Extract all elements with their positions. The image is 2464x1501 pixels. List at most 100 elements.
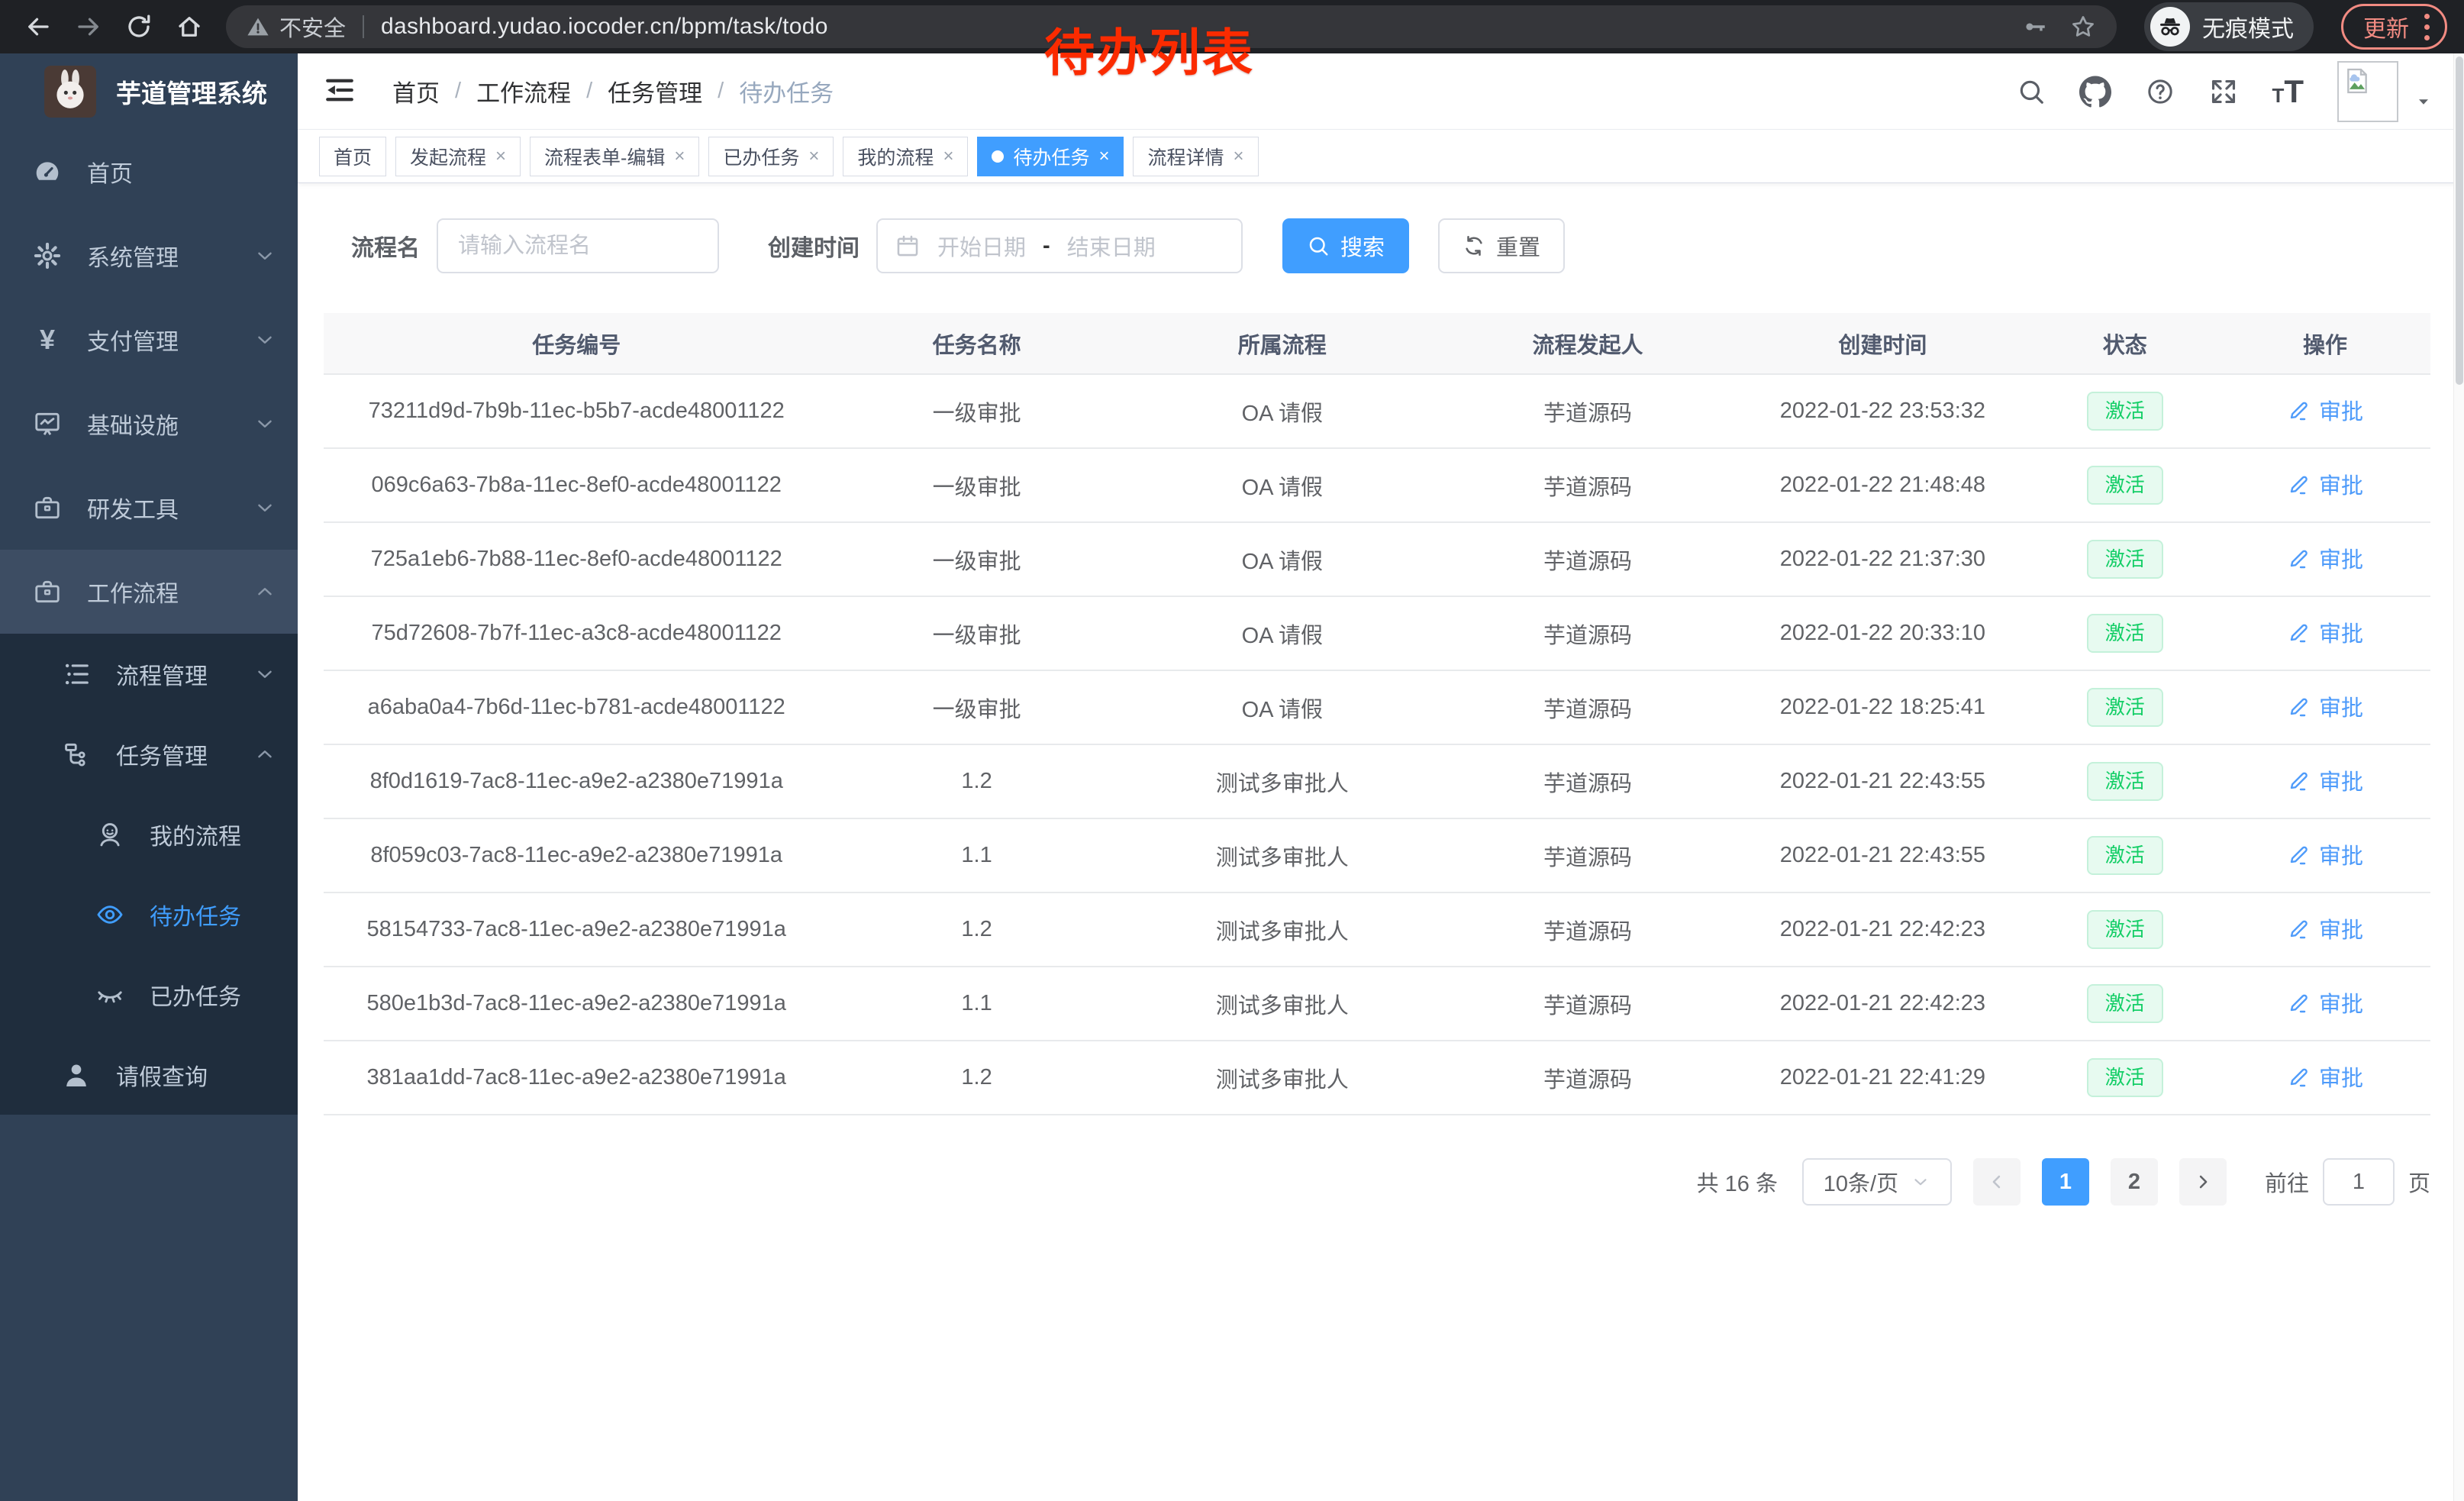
goto-page-input[interactable] xyxy=(2323,1158,2395,1206)
tab-start-process[interactable]: 发起流程 × xyxy=(395,137,521,176)
approve-link[interactable]: 审批 xyxy=(2287,1060,2363,1093)
start-date-placeholder[interactable]: 开始日期 xyxy=(937,230,1026,262)
end-date-placeholder[interactable]: 结束日期 xyxy=(1067,230,1156,262)
url-divider xyxy=(363,15,364,38)
process-name-input[interactable] xyxy=(437,218,719,273)
tab-close-icon[interactable]: × xyxy=(495,147,506,166)
cell-starter: 芋道源码 xyxy=(1440,522,1735,596)
breadcrumb-item[interactable]: 工作流程 xyxy=(476,74,571,108)
sidebar-item-label: 流程管理 xyxy=(116,657,208,691)
browser-update-button[interactable]: 更新 xyxy=(2341,4,2447,50)
sidebar-item-todo-tasks[interactable]: 待办任务 xyxy=(0,874,298,954)
header-search-icon[interactable] xyxy=(2017,77,2046,106)
sidebar-item-devtools[interactable]: 研发工具 xyxy=(0,466,298,550)
cell-process: 测试多审批人 xyxy=(1124,818,1440,893)
page-size-select[interactable]: 10条/页 xyxy=(1802,1158,1952,1206)
approve-link[interactable]: 审批 xyxy=(2287,468,2363,500)
approve-link[interactable]: 审批 xyxy=(2287,986,2363,1018)
app-frame: 芋道管理系统 首页 系统管理 ¥ 支付管理 基础设施 研发工具 工作 xyxy=(0,53,2464,1501)
tab-todo-tasks[interactable]: 待办任务 × xyxy=(977,137,1124,176)
tab-close-icon[interactable]: × xyxy=(674,147,685,166)
date-range-picker[interactable]: 开始日期 - 结束日期 xyxy=(876,218,1243,273)
sidebar-item-label: 支付管理 xyxy=(87,323,179,357)
browser-forward-button[interactable] xyxy=(67,5,110,48)
sidebar-item-home[interactable]: 首页 xyxy=(0,130,298,214)
font-size-icon[interactable]: TT xyxy=(2272,76,2304,108)
github-icon[interactable] xyxy=(2079,76,2111,108)
pagination-page-2[interactable]: 2 xyxy=(2111,1158,2158,1206)
tab-done-tasks[interactable]: 已办任务 × xyxy=(708,137,834,176)
approve-link[interactable]: 审批 xyxy=(2287,912,2363,944)
avatar[interactable] xyxy=(2337,61,2398,122)
approve-label: 审批 xyxy=(2319,986,2363,1018)
breadcrumb-item[interactable]: 任务管理 xyxy=(608,74,702,108)
briefcase-icon xyxy=(31,493,64,522)
sidebar-collapse-icon[interactable] xyxy=(324,74,359,109)
sidebar-item-my-process[interactable]: 我的流程 xyxy=(0,794,298,874)
browser-reload-button[interactable] xyxy=(118,5,160,48)
sidebar-item-done-tasks[interactable]: 已办任务 xyxy=(0,954,298,1035)
password-key-icon[interactable] xyxy=(2022,14,2048,40)
tab-my-process[interactable]: 我的流程 × xyxy=(843,137,968,176)
cell-process: OA 请假 xyxy=(1124,522,1440,596)
approve-link[interactable]: 审批 xyxy=(2287,690,2363,722)
approve-link[interactable]: 审批 xyxy=(2287,394,2363,426)
pagination-next-button[interactable] xyxy=(2179,1158,2227,1206)
status-badge: 激活 xyxy=(2087,984,2163,1023)
pagination-page-1[interactable]: 1 xyxy=(2042,1158,2089,1206)
tab-close-icon[interactable]: × xyxy=(943,147,953,166)
avatar-caret-down-icon[interactable] xyxy=(2414,92,2433,111)
column-header-actions: 操作 xyxy=(2220,313,2430,374)
pagination-prev-button[interactable] xyxy=(1973,1158,2021,1206)
pencil-icon xyxy=(2287,620,2311,644)
sidebar-item-workflow[interactable]: 工作流程 xyxy=(0,550,298,634)
chevron-down-icon xyxy=(253,328,276,351)
browser-back-button[interactable] xyxy=(17,5,60,48)
goto-label: 前往 xyxy=(2265,1166,2309,1198)
sidebar-item-process-mgmt[interactable]: 流程管理 xyxy=(0,634,298,714)
cell-created: 2022-01-21 22:42:23 xyxy=(1735,967,2030,1041)
briefcase-icon xyxy=(31,577,64,606)
fullscreen-icon[interactable] xyxy=(2209,77,2238,106)
cell-starter: 芋道源码 xyxy=(1440,670,1735,744)
pagination-total: 共 16 条 xyxy=(1697,1166,1778,1198)
breadcrumb-item[interactable]: 首页 xyxy=(392,74,440,108)
incognito-label: 无痕模式 xyxy=(2202,10,2294,44)
bookmark-star-icon[interactable] xyxy=(2069,13,2097,40)
browser-menu-icon[interactable] xyxy=(2424,14,2430,40)
tab-process-form-edit[interactable]: 流程表单-编辑 × xyxy=(530,137,699,176)
browser-home-button[interactable] xyxy=(168,5,211,48)
cell-starter: 芋道源码 xyxy=(1440,967,1735,1041)
sidebar-item-payment[interactable]: ¥ 支付管理 xyxy=(0,298,298,382)
tags-view-bar: 首页 发起流程 × 流程表单-编辑 × 已办任务 × 我的流程 × 待办任务 × xyxy=(298,130,2464,183)
help-icon[interactable] xyxy=(2145,76,2175,107)
sidebar-item-task-mgmt[interactable]: 任务管理 xyxy=(0,714,298,794)
reset-button[interactable]: 重置 xyxy=(1438,218,1565,273)
approve-label: 审批 xyxy=(2319,542,2363,574)
sidebar-item-infra[interactable]: 基础设施 xyxy=(0,382,298,466)
browser-scrollbar[interactable] xyxy=(2453,53,2464,1501)
tab-close-icon[interactable]: × xyxy=(808,147,819,166)
tab-home[interactable]: 首页 xyxy=(319,137,386,176)
approve-link[interactable]: 审批 xyxy=(2287,542,2363,574)
approve-link[interactable]: 审批 xyxy=(2287,764,2363,796)
tab-close-icon[interactable]: × xyxy=(1234,147,1244,166)
chevron-down-icon xyxy=(253,663,276,686)
approve-link[interactable]: 审批 xyxy=(2287,838,2363,870)
sidebar-item-leave-query[interactable]: 请假查询 xyxy=(0,1035,298,1115)
cell-task-id: 8f0d1619-7ac8-11ec-a9e2-a2380e71991a xyxy=(324,744,829,818)
search-button[interactable]: 搜索 xyxy=(1282,218,1409,273)
scrollbar-thumb[interactable] xyxy=(2456,56,2463,385)
status-badge: 激活 xyxy=(2087,910,2163,949)
search-icon xyxy=(1307,234,1330,257)
status-badge: 激活 xyxy=(2087,540,2163,579)
process-name-label: 流程名 xyxy=(351,229,420,263)
tab-process-detail[interactable]: 流程详情 × xyxy=(1133,137,1258,176)
tab-label: 流程表单-编辑 xyxy=(544,143,665,170)
approve-link[interactable]: 审批 xyxy=(2287,616,2363,648)
list-tree-icon xyxy=(60,660,93,689)
cell-task-name: 一级审批 xyxy=(829,596,1124,670)
tab-close-icon[interactable]: × xyxy=(1098,147,1109,166)
app-logo-row[interactable]: 芋道管理系统 xyxy=(0,53,298,130)
sidebar-item-system[interactable]: 系统管理 xyxy=(0,214,298,298)
